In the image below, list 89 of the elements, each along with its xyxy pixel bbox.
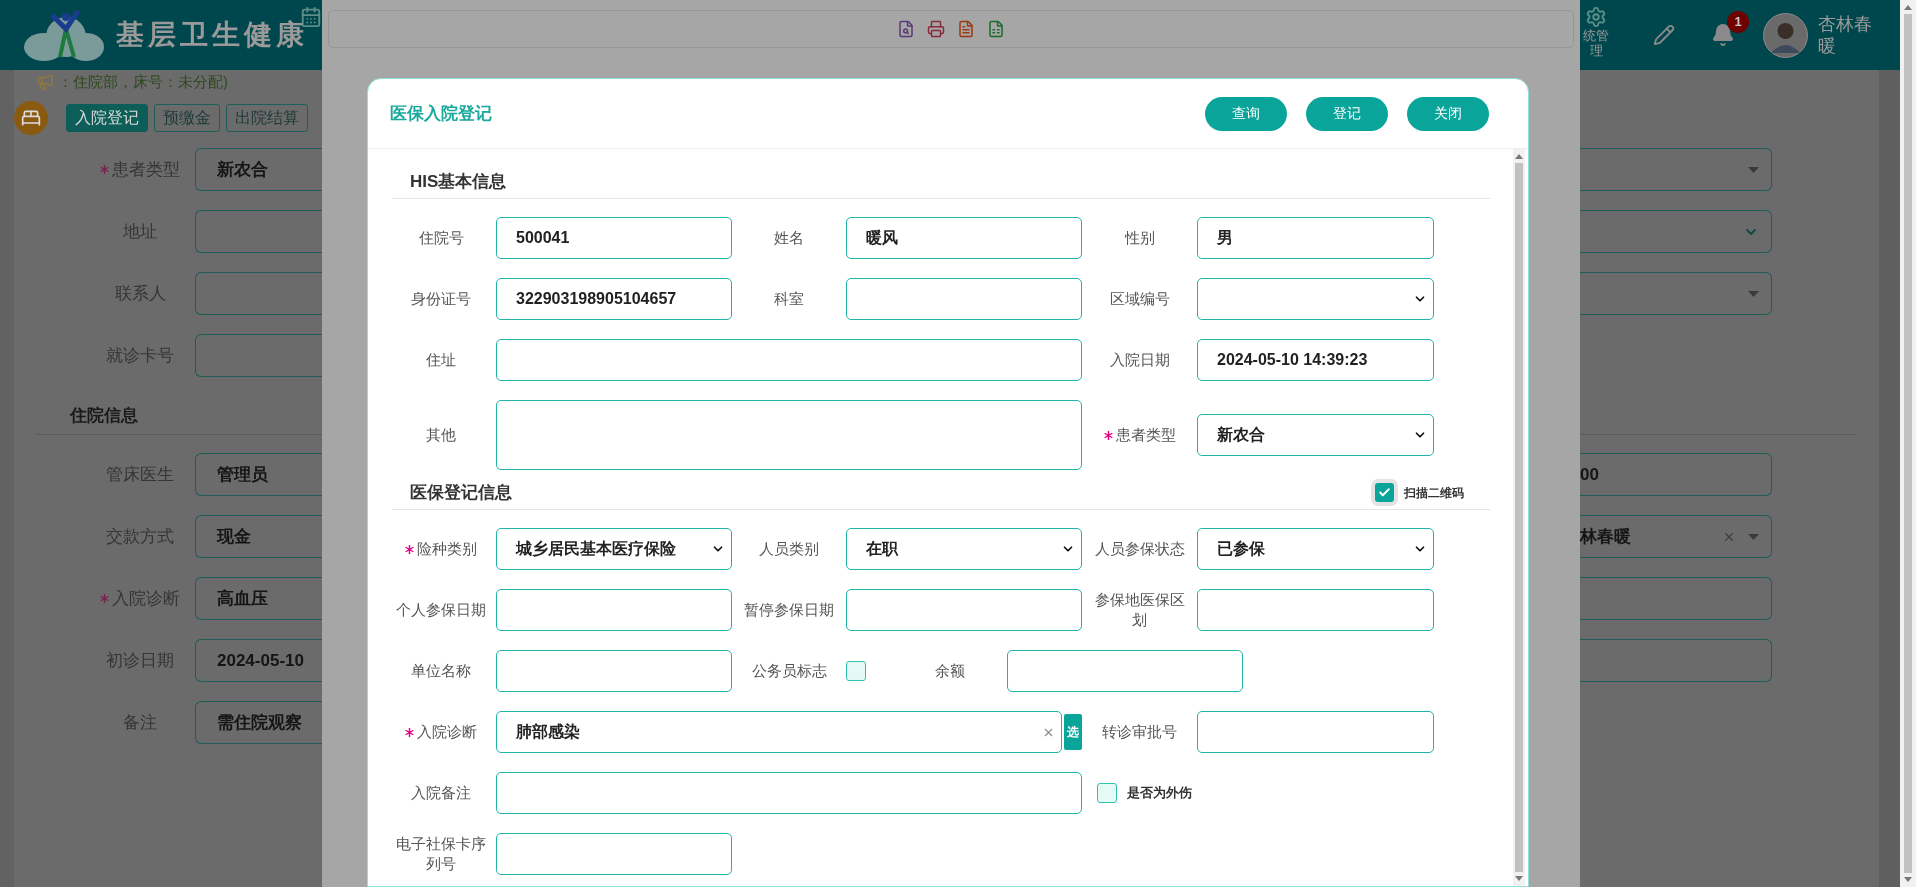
action-button[interactable]: 查询 bbox=[1205, 96, 1287, 131]
input-field[interactable] bbox=[1580, 639, 1772, 682]
input-field[interactable]: 500041 bbox=[496, 217, 732, 259]
input-field[interactable]: 男 bbox=[1197, 217, 1434, 259]
input-field[interactable]: 肺部感染 bbox=[496, 711, 1062, 753]
input-field[interactable]: 322903198905104657 bbox=[496, 278, 732, 320]
action-button[interactable]: 登记 bbox=[1306, 96, 1388, 131]
checkbox-label: 是否为外伤 bbox=[1127, 784, 1192, 803]
select-field[interactable] bbox=[1580, 272, 1772, 315]
checkbox-label: 扫描二维码 bbox=[1404, 484, 1464, 502]
modal-title: 医保入院登记 bbox=[390, 102, 492, 125]
page-tab[interactable]: 预缴金 bbox=[154, 104, 220, 132]
input-field[interactable] bbox=[1197, 589, 1434, 631]
input-field[interactable] bbox=[846, 278, 1082, 320]
document-icon[interactable] bbox=[897, 20, 915, 38]
select-field[interactable]: 在职 bbox=[846, 528, 1082, 570]
input-field[interactable] bbox=[496, 833, 732, 875]
input-field[interactable]: 00 bbox=[1580, 453, 1772, 496]
input-field[interactable] bbox=[1580, 577, 1772, 620]
caret-icon bbox=[1748, 290, 1759, 297]
scrollbar[interactable] bbox=[1900, 0, 1916, 887]
edit-icon[interactable] bbox=[1653, 24, 1675, 46]
input-field[interactable] bbox=[496, 772, 1082, 814]
field-label: 个人参保日期 bbox=[396, 600, 486, 620]
section-title: 住院信息 bbox=[70, 404, 138, 427]
spreadsheet-icon[interactable] bbox=[987, 20, 1005, 38]
input-field[interactable] bbox=[496, 589, 732, 631]
field-label: 区域编号 bbox=[1109, 289, 1170, 309]
logo-icon bbox=[22, 7, 106, 63]
field-label: 转诊审批号 bbox=[1102, 722, 1177, 742]
field-label: 入院日期 bbox=[1109, 350, 1170, 370]
input-field[interactable] bbox=[1007, 650, 1243, 692]
select-field[interactable] bbox=[1197, 278, 1434, 320]
avatar[interactable] bbox=[1763, 12, 1808, 58]
field-label: 余额 bbox=[935, 661, 965, 681]
input-field[interactable] bbox=[1197, 711, 1434, 753]
field-label: 公务员标志 bbox=[751, 661, 827, 681]
field-label: 单位名称 bbox=[411, 661, 471, 681]
nav-label[interactable]: 统管理 bbox=[1581, 28, 1611, 58]
field-label: 患者类型 bbox=[1115, 425, 1176, 445]
field-label: 参保地医保区划 bbox=[1093, 590, 1186, 630]
field-label: 暂停参保日期 bbox=[744, 600, 834, 620]
field-label: 科室 bbox=[774, 289, 804, 309]
text-area[interactable] bbox=[496, 400, 1082, 470]
section-title: HIS基本信息 bbox=[410, 170, 507, 193]
select-field[interactable] bbox=[1580, 148, 1772, 191]
checkbox[interactable] bbox=[846, 661, 866, 681]
section-title: 医保登记信息 bbox=[410, 481, 512, 504]
select-field[interactable]: 已参保 bbox=[1197, 528, 1434, 570]
bed-icon bbox=[14, 101, 48, 135]
megaphone-icon bbox=[36, 73, 54, 91]
caret-icon bbox=[1748, 533, 1759, 540]
field-label: 身份证号 bbox=[411, 289, 471, 309]
field-label: 入院备注 bbox=[411, 783, 471, 803]
pdf-icon[interactable] bbox=[957, 20, 975, 38]
caret-icon bbox=[1748, 166, 1759, 173]
pick-button[interactable]: 选 bbox=[1064, 714, 1082, 750]
scrollbar[interactable] bbox=[1513, 149, 1525, 886]
select-field[interactable]: 新农合 bbox=[1197, 414, 1434, 456]
user-name[interactable]: 杏林春暖 bbox=[1818, 13, 1874, 57]
field-label: 入院诊断 bbox=[417, 722, 477, 742]
field-label: 险种类别 bbox=[417, 539, 477, 559]
page-tab[interactable]: 出院结算 bbox=[226, 104, 308, 132]
field-label: 其他 bbox=[426, 425, 456, 445]
field-label: 人员类别 bbox=[759, 539, 819, 559]
input-field[interactable] bbox=[496, 339, 1082, 381]
field-label: 性别 bbox=[1124, 228, 1155, 248]
checkbox[interactable] bbox=[1097, 783, 1117, 803]
input-field[interactable]: 2024-05-10 14:39:23 bbox=[1197, 339, 1434, 381]
notification-icon[interactable] bbox=[1711, 23, 1735, 47]
field-label: 住址 bbox=[426, 350, 456, 370]
input-field[interactable] bbox=[496, 650, 732, 692]
select-field[interactable]: 林春暖 bbox=[1580, 515, 1772, 558]
page-tab[interactable]: 入院登记 bbox=[66, 104, 148, 132]
field-label: 人员参保状态 bbox=[1094, 539, 1185, 559]
input-field[interactable] bbox=[846, 589, 1082, 631]
breadcrumb: ：住院部，床号：未分配) bbox=[58, 71, 228, 92]
field-label: 住院号 bbox=[418, 228, 464, 248]
field-label: 姓名 bbox=[774, 228, 804, 248]
field-label: 电子社保卡序列号 bbox=[395, 834, 487, 874]
notification-badge: 1 bbox=[1727, 11, 1749, 33]
input-field[interactable]: 暖风 bbox=[846, 217, 1082, 259]
select-field[interactable] bbox=[1580, 210, 1772, 253]
select-field[interactable]: 城乡居民基本医疗保险 bbox=[496, 528, 732, 570]
settings-icon[interactable] bbox=[1585, 6, 1607, 28]
check-icon bbox=[1378, 486, 1391, 499]
printer-icon[interactable] bbox=[927, 20, 945, 38]
logo-text: 基层卫生健康 bbox=[116, 18, 308, 52]
action-button[interactable]: 关闭 bbox=[1407, 96, 1489, 131]
